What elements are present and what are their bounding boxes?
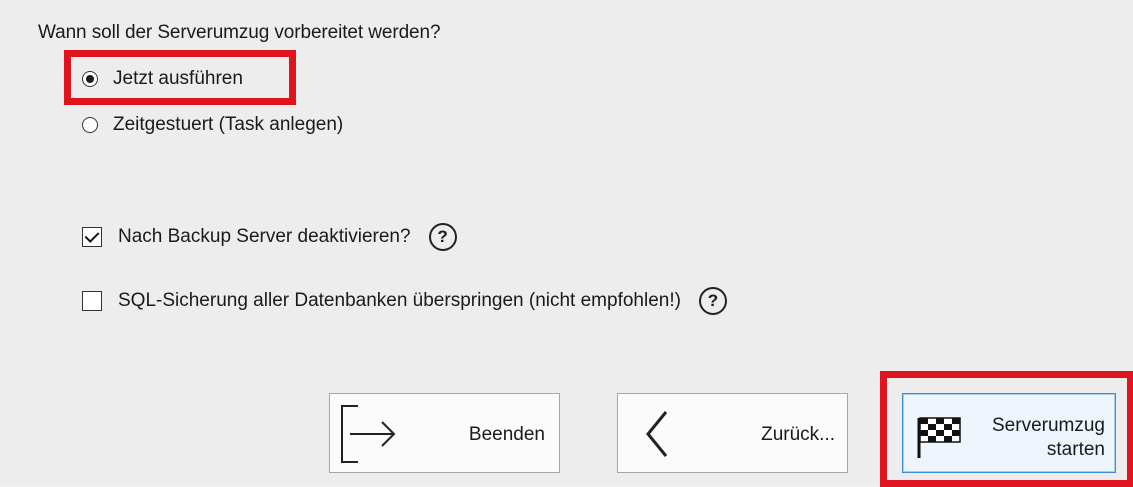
radio-run-now-label: Jetzt ausführen: [113, 68, 243, 89]
server-migration-panel: Wann soll der Serverumzug vorbereitet we…: [0, 0, 1133, 487]
back-button[interactable]: Zurück...: [617, 393, 848, 473]
exit-button[interactable]: Beenden: [329, 393, 560, 473]
checkbox-deactivate-server[interactable]: [82, 227, 102, 247]
chevron-left-icon: [638, 408, 678, 460]
checkbox-skip-sql-backup-label: SQL-Sicherung aller Datenbanken überspri…: [118, 290, 681, 311]
exit-door-arrow-icon: [336, 400, 402, 468]
radio-button-unselected[interactable]: [82, 117, 98, 133]
start-migration-button[interactable]: Serverumzug starten: [902, 393, 1116, 473]
checkbox-deactivate-server-label: Nach Backup Server deaktivieren?: [118, 226, 411, 247]
checkered-flag-icon: [913, 414, 967, 460]
start-label-line1: Serverumzug: [992, 415, 1105, 436]
question-label: Wann soll der Serverumzug vorbereitet we…: [38, 22, 441, 43]
checkbox-row-skip-sql-backup[interactable]: SQL-Sicherung aller Datenbanken überspri…: [82, 287, 727, 315]
checkbox-row-deactivate-server[interactable]: Nach Backup Server deaktivieren? ?: [82, 223, 457, 251]
start-migration-button-label: Serverumzug starten: [992, 414, 1105, 462]
radio-run-now[interactable]: Jetzt ausführen: [82, 68, 243, 90]
exit-button-label: Beenden: [468, 424, 545, 445]
start-label-line2: starten: [1046, 439, 1105, 460]
radio-button-selected[interactable]: [82, 71, 98, 87]
radio-scheduled[interactable]: Zeitgestuert (Task anlegen): [82, 114, 343, 136]
help-icon[interactable]: ?: [698, 287, 727, 315]
back-button-label: Zurück...: [761, 424, 835, 445]
radio-scheduled-label: Zeitgestuert (Task anlegen): [113, 114, 344, 135]
checkbox-skip-sql-backup[interactable]: [82, 291, 102, 311]
help-icon[interactable]: ?: [428, 223, 457, 251]
